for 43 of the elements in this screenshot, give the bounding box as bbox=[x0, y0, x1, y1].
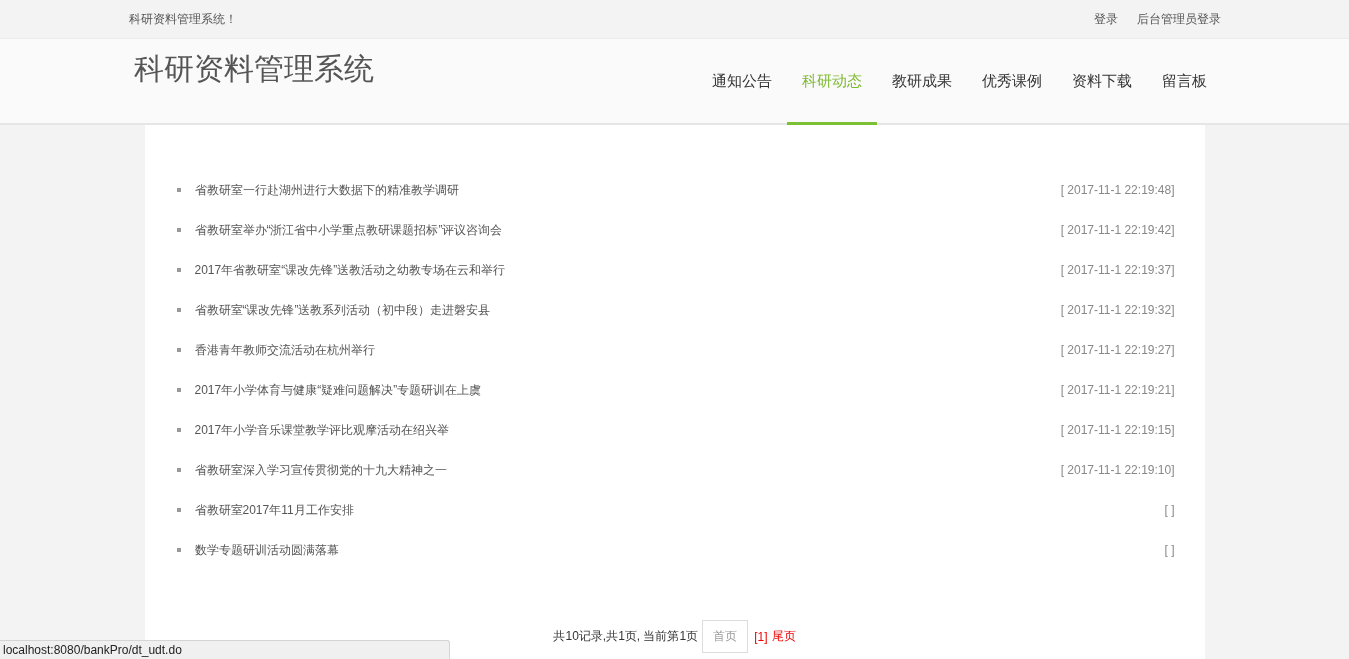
news-link[interactable]: 省教研室“课改先锋”送教系列活动（初中段）走进磐安县 bbox=[194, 301, 1061, 319]
news-date: [ 2017-11-1 22:19:21] bbox=[1060, 383, 1175, 397]
login-link[interactable]: 后台管理员登录 bbox=[1136, 10, 1221, 28]
last-page-link[interactable]: 尾页 bbox=[771, 628, 796, 645]
nav-tab[interactable]: 留言板 bbox=[1146, 39, 1222, 125]
nav-tab[interactable]: 通知公告 bbox=[696, 39, 787, 125]
bullet-icon bbox=[176, 508, 181, 512]
bullet-icon bbox=[176, 188, 181, 192]
news-link[interactable]: 香港青年教师交流活动在杭州举行 bbox=[194, 341, 1061, 359]
login-link[interactable]: 登录 bbox=[1093, 10, 1118, 28]
news-date: [ 2017-11-1 22:19:48] bbox=[1060, 183, 1175, 197]
news-date: [ 2017-11-1 22:19:27] bbox=[1060, 343, 1175, 357]
news-date: [ 2017-11-1 22:19:37] bbox=[1060, 263, 1175, 277]
news-link[interactable]: 数学专题研训活动圆满落幕 bbox=[194, 541, 1165, 559]
bullet-icon bbox=[176, 468, 181, 472]
welcome-text: 科研资料管理系统！ bbox=[128, 10, 237, 28]
news-date: [ 2017-11-1 22:19:15] bbox=[1060, 423, 1175, 437]
pager-summary: 共10记录,共1页, 当前第1页 bbox=[553, 628, 699, 645]
bullet-icon bbox=[176, 548, 181, 552]
site-logo: 科研资料管理系统 bbox=[133, 51, 374, 87]
news-date: [ 2017-11-1 22:19:10] bbox=[1060, 463, 1175, 477]
news-link[interactable]: 省教研室2017年11月工作安排 bbox=[194, 501, 1165, 519]
bullet-icon bbox=[176, 428, 181, 432]
news-date: [ ] bbox=[1164, 543, 1175, 557]
news-link[interactable]: 2017年省教研室“课改先锋”送教活动之幼教专场在云和举行 bbox=[194, 261, 1061, 279]
news-link[interactable]: 2017年小学体育与健康“疑难问题解决”专题研训在上虞 bbox=[194, 381, 1061, 399]
bullet-icon bbox=[176, 388, 181, 392]
bullet-icon bbox=[176, 348, 181, 352]
nav-tab[interactable]: 教研成果 bbox=[876, 39, 967, 125]
news-date: [ 2017-11-1 22:19:32] bbox=[1060, 303, 1175, 317]
status-url: localhost:8080/bankPro/dt_udt.do bbox=[0, 640, 450, 659]
news-link[interactable]: 省教研室一行赴湖州进行大数据下的精准教学调研 bbox=[194, 181, 1061, 199]
bullet-icon bbox=[176, 268, 181, 272]
current-page: [1] bbox=[754, 629, 768, 644]
news-date: [ 2017-11-1 22:19:42] bbox=[1060, 223, 1175, 237]
bullet-icon bbox=[176, 228, 181, 232]
bullet-icon bbox=[176, 308, 181, 312]
news-link[interactable]: 2017年小学音乐课堂教学评比观摩活动在绍兴举 bbox=[194, 421, 1061, 439]
nav-tab[interactable]: 资料下载 bbox=[1056, 39, 1147, 125]
nav-tab[interactable]: 优秀课例 bbox=[966, 39, 1057, 125]
news-link[interactable]: 省教研室举办“浙江省中小学重点教研课题招标”评议咨询会 bbox=[194, 221, 1061, 239]
news-date: [ ] bbox=[1164, 503, 1175, 517]
news-link[interactable]: 省教研室深入学习宣传贯彻党的十九大精神之一 bbox=[194, 461, 1061, 479]
